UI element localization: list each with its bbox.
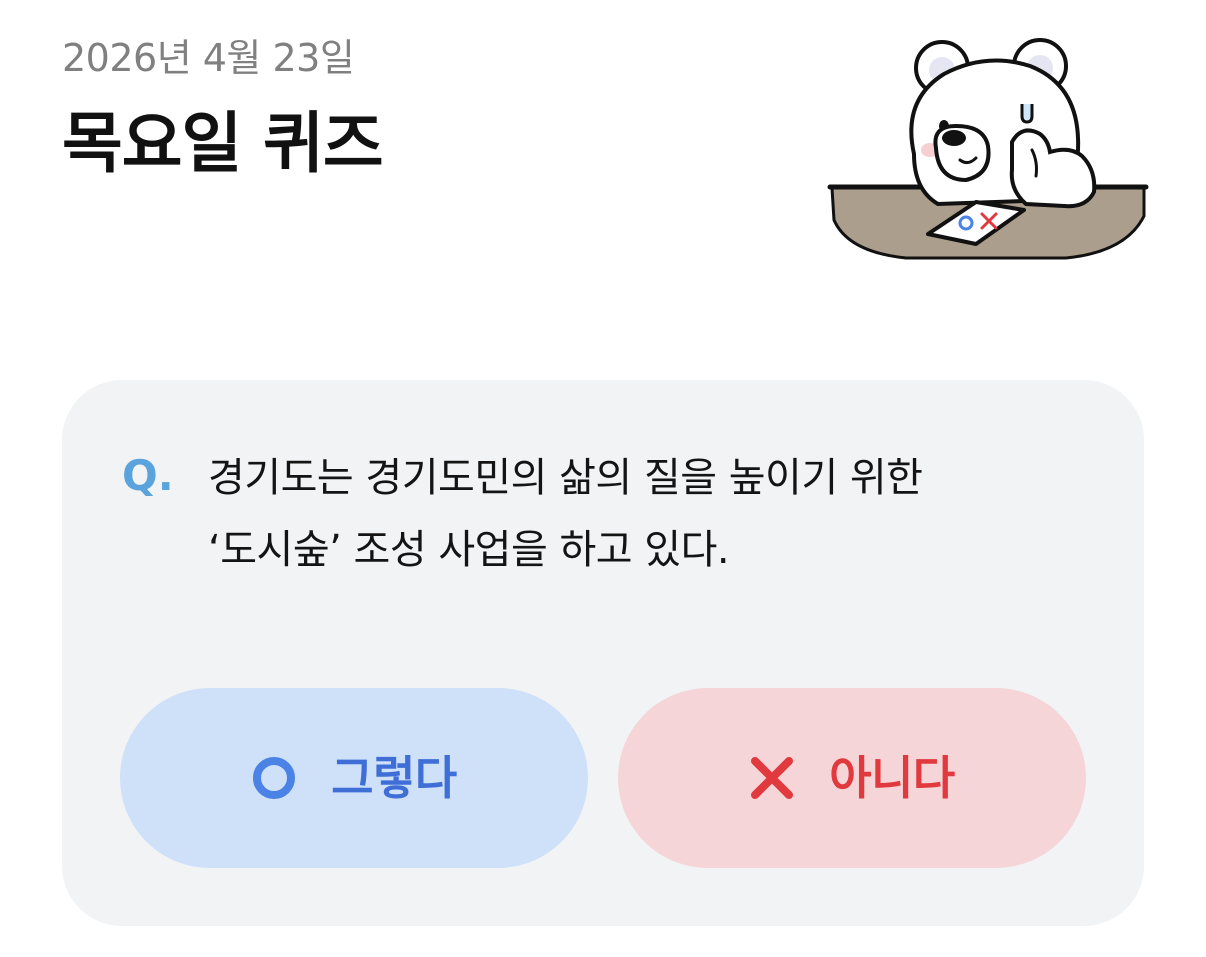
question-line-1: 경기도는 경기도민의 삶의 질을 높이기 위한 [208,455,923,501]
page-title: 목요일 퀴즈 [62,105,384,182]
answer-yes-label: 그렇다 [331,751,457,805]
quiz-card: Q. 경기도는 경기도민의 삶의 질을 높이기 위한 ‘도시숲’ 조성 사업을 … [62,380,1144,926]
question-prefix: Q. [122,451,174,500]
answer-yes-button[interactable]: 그렇다 [120,688,588,868]
question-text: 경기도는 경기도민의 삶의 질을 높이기 위한 ‘도시숲’ 조성 사업을 하고 … [208,442,1088,586]
quiz-date: 2026년 4월 23일 [62,36,355,80]
circle-o-icon [253,757,296,799]
answer-no-button[interactable]: 아니다 [618,688,1086,868]
polar-bear-quiz-mascot-icon [827,38,1149,260]
question-line-2: ‘도시숲’ 조성 사업을 하고 있다. [208,527,730,573]
answer-no-label: 아니다 [829,751,955,805]
x-mark-icon [751,757,794,799]
